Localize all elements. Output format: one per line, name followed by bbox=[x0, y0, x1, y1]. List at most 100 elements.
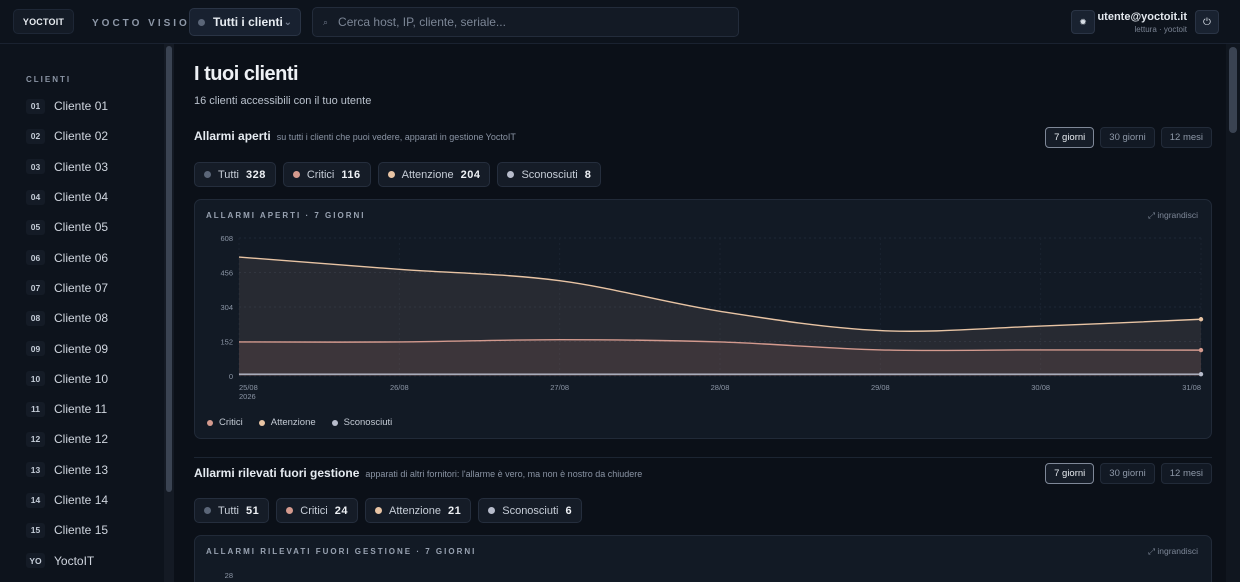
filter-tutti[interactable]: Tutti 328 bbox=[194, 162, 276, 187]
filter-critici[interactable]: Critici 116 bbox=[282, 162, 371, 187]
sidebar-item-client[interactable]: YO YoctoIT bbox=[26, 545, 158, 575]
sidebar-item-client[interactable]: 03 Cliente 03 bbox=[26, 152, 158, 182]
client-code-badge: 03 bbox=[26, 159, 45, 175]
sidebar-item-client[interactable]: 15 Cliente 15 bbox=[26, 515, 158, 545]
client-code-badge: 04 bbox=[26, 189, 45, 205]
sidebar-item-client[interactable]: 10 Cliente 10 bbox=[26, 364, 158, 394]
sidebar-item-client[interactable]: 01 Cliente 01 bbox=[26, 91, 158, 121]
client-code-badge: 14 bbox=[26, 492, 45, 508]
x-tick-label: 27/08 bbox=[550, 383, 569, 392]
client-selector[interactable]: Tutti i clienti ⌄ bbox=[189, 8, 301, 36]
legend-item-sconosciuti[interactable]: Sconosciuti bbox=[331, 417, 392, 428]
legend-label: Critici bbox=[219, 417, 243, 428]
client-label: Cliente 05 bbox=[54, 220, 109, 235]
client-label: Cliente 11 bbox=[54, 402, 108, 417]
x-tick-label: 26/08 bbox=[390, 383, 409, 392]
filter-count: 51 bbox=[246, 504, 260, 517]
filter-critici[interactable]: Critici 24 bbox=[276, 498, 358, 523]
client-code-badge: 10 bbox=[26, 371, 45, 387]
series-endpoint-sconosciuti bbox=[1198, 371, 1204, 377]
filter-tutti[interactable]: Tutti 51 bbox=[194, 498, 270, 523]
filter-count: 21 bbox=[447, 504, 462, 517]
filter-label: Attenzione bbox=[401, 168, 454, 181]
sidebar-scrollbar-thumb[interactable] bbox=[166, 46, 172, 492]
sidebar-item-client[interactable]: 07 Cliente 07 bbox=[26, 273, 158, 303]
client-code-badge: 02 bbox=[26, 128, 45, 144]
client-selector-value: Tutti i clienti bbox=[213, 15, 283, 29]
client-code-badge: 01 bbox=[26, 98, 45, 114]
x-tick-label: 30/08 bbox=[1031, 383, 1050, 392]
sun-icon: ✹ bbox=[1079, 16, 1087, 27]
search-placeholder: Cerca host, IP, cliente, seriale... bbox=[338, 15, 506, 29]
client-code-badge: 06 bbox=[26, 250, 45, 266]
client-label: Cliente 07 bbox=[54, 280, 109, 295]
chart-title: ALLARMI APERTI · 7 GIORNI bbox=[206, 211, 366, 220]
client-label: Cliente 09 bbox=[54, 341, 109, 356]
client-code-badge: 11 bbox=[26, 401, 45, 417]
user-info: utente@yoctoit.it lettura · yoctoit bbox=[1097, 11, 1187, 34]
legend-label: Attenzione bbox=[270, 417, 316, 428]
client-label: Cliente 12 bbox=[54, 432, 109, 447]
external-alarms-range-tabs: 7 giorni 30 giorni 12 mesi bbox=[1045, 463, 1212, 484]
range-7-days[interactable]: 7 giorni bbox=[1045, 127, 1095, 148]
client-label: Cliente 02 bbox=[54, 129, 109, 144]
filter-attenzione[interactable]: Attenzione 204 bbox=[377, 162, 491, 187]
client-label: Cliente 14 bbox=[54, 493, 109, 507]
legend-item-attenzione[interactable]: Attenzione bbox=[258, 417, 316, 428]
dot-icon bbox=[292, 171, 300, 178]
sidebar-item-client[interactable]: 02 Cliente 02 bbox=[26, 121, 158, 151]
range-12-months[interactable]: 12 mesi bbox=[1160, 463, 1212, 484]
sidebar-item-client[interactable]: 06 Cliente 06 bbox=[26, 242, 158, 272]
open-alarms-subtitle: su tutti i clienti che puoi vedere, appa… bbox=[276, 132, 516, 142]
logout-button[interactable]: ⏻ bbox=[1195, 10, 1219, 34]
filter-label: Critici bbox=[306, 168, 335, 181]
sidebar-item-client[interactable]: 13 Cliente 13 bbox=[26, 455, 158, 485]
filter-label: Attenzione bbox=[389, 504, 441, 517]
y-tick-label: 304 bbox=[220, 303, 233, 312]
client-code-badge: 07 bbox=[26, 280, 45, 296]
open-alarms-title: Allarmi aperti su tutti i clienti che puo… bbox=[194, 129, 516, 143]
sidebar-item-client[interactable]: 14 Cliente 14 bbox=[26, 485, 158, 515]
expand-button[interactable]: ⤢ ingrandisci bbox=[1148, 546, 1198, 557]
sidebar-item-client[interactable]: 09 Cliente 09 bbox=[26, 333, 158, 363]
search-input[interactable]: ⌕ Cerca host, IP, cliente, seriale... bbox=[312, 7, 739, 37]
client-code-badge: 05 bbox=[26, 219, 45, 235]
range-30-days[interactable]: 30 giorni bbox=[1100, 127, 1155, 148]
dot-icon bbox=[488, 507, 496, 514]
dot-icon bbox=[204, 171, 211, 178]
client-label: Cliente 10 bbox=[54, 371, 109, 386]
y-tick-label: 28 bbox=[225, 571, 233, 580]
range-7-days[interactable]: 7 giorni bbox=[1045, 463, 1095, 484]
sidebar-item-client[interactable]: 12 Cliente 12 bbox=[26, 424, 158, 454]
theme-toggle-button[interactable]: ✹ bbox=[1071, 10, 1095, 34]
dot-icon bbox=[387, 171, 395, 178]
sidebar-item-client[interactable]: 04 Cliente 04 bbox=[26, 182, 158, 212]
range-12-months[interactable]: 12 mesi bbox=[1160, 127, 1212, 148]
filter-count: 328 bbox=[246, 168, 266, 181]
client-list: 01 Cliente 01 02 Cliente 02 03 Cliente 03 04 Cl… bbox=[26, 91, 158, 576]
range-30-days[interactable]: 30 giorni bbox=[1100, 463, 1155, 484]
legend-item-critici[interactable]: Critici bbox=[207, 417, 243, 428]
section-divider bbox=[194, 457, 1212, 458]
series-endpoint-critici bbox=[1198, 347, 1204, 353]
filter-sconosciuti[interactable]: Sconosciuti 6 bbox=[478, 498, 583, 523]
external-alarms-subtitle: apparati di altri fornitori: l'allarme è… bbox=[365, 469, 643, 479]
expand-button[interactable]: ⤢ ingrandisci bbox=[1148, 210, 1198, 221]
external-alarms-title: Allarmi rilevati fuori gestione apparati … bbox=[194, 466, 642, 480]
sidebar-section-label: CLIENTI bbox=[26, 75, 72, 84]
client-label: Cliente 04 bbox=[54, 190, 109, 205]
page-scrollbar-thumb[interactable] bbox=[1229, 47, 1237, 133]
chart-title: ALLARMI RILEVATI FUORI GESTIONE · 7 GIOR… bbox=[206, 547, 477, 556]
open-alarms-range-tabs: 7 giorni 30 giorni 12 mesi bbox=[1045, 127, 1212, 148]
y-tick-label: 0 bbox=[229, 372, 233, 381]
filter-label: Critici bbox=[300, 504, 328, 517]
search-icon: ⌕ bbox=[323, 16, 329, 27]
legend-dot-icon bbox=[331, 419, 338, 426]
filter-attenzione[interactable]: Attenzione 21 bbox=[365, 498, 472, 523]
sidebar-item-client[interactable]: 11 Cliente 11 bbox=[26, 394, 158, 424]
filter-sconosciuti[interactable]: Sconosciuti 8 bbox=[497, 162, 602, 187]
sidebar-item-client[interactable]: 05 Cliente 05 bbox=[26, 212, 158, 242]
sidebar-item-client[interactable]: 08 Cliente 08 bbox=[26, 303, 158, 333]
logo[interactable]: YOCTOIT bbox=[13, 9, 74, 34]
filter-count: 8 bbox=[584, 168, 592, 181]
